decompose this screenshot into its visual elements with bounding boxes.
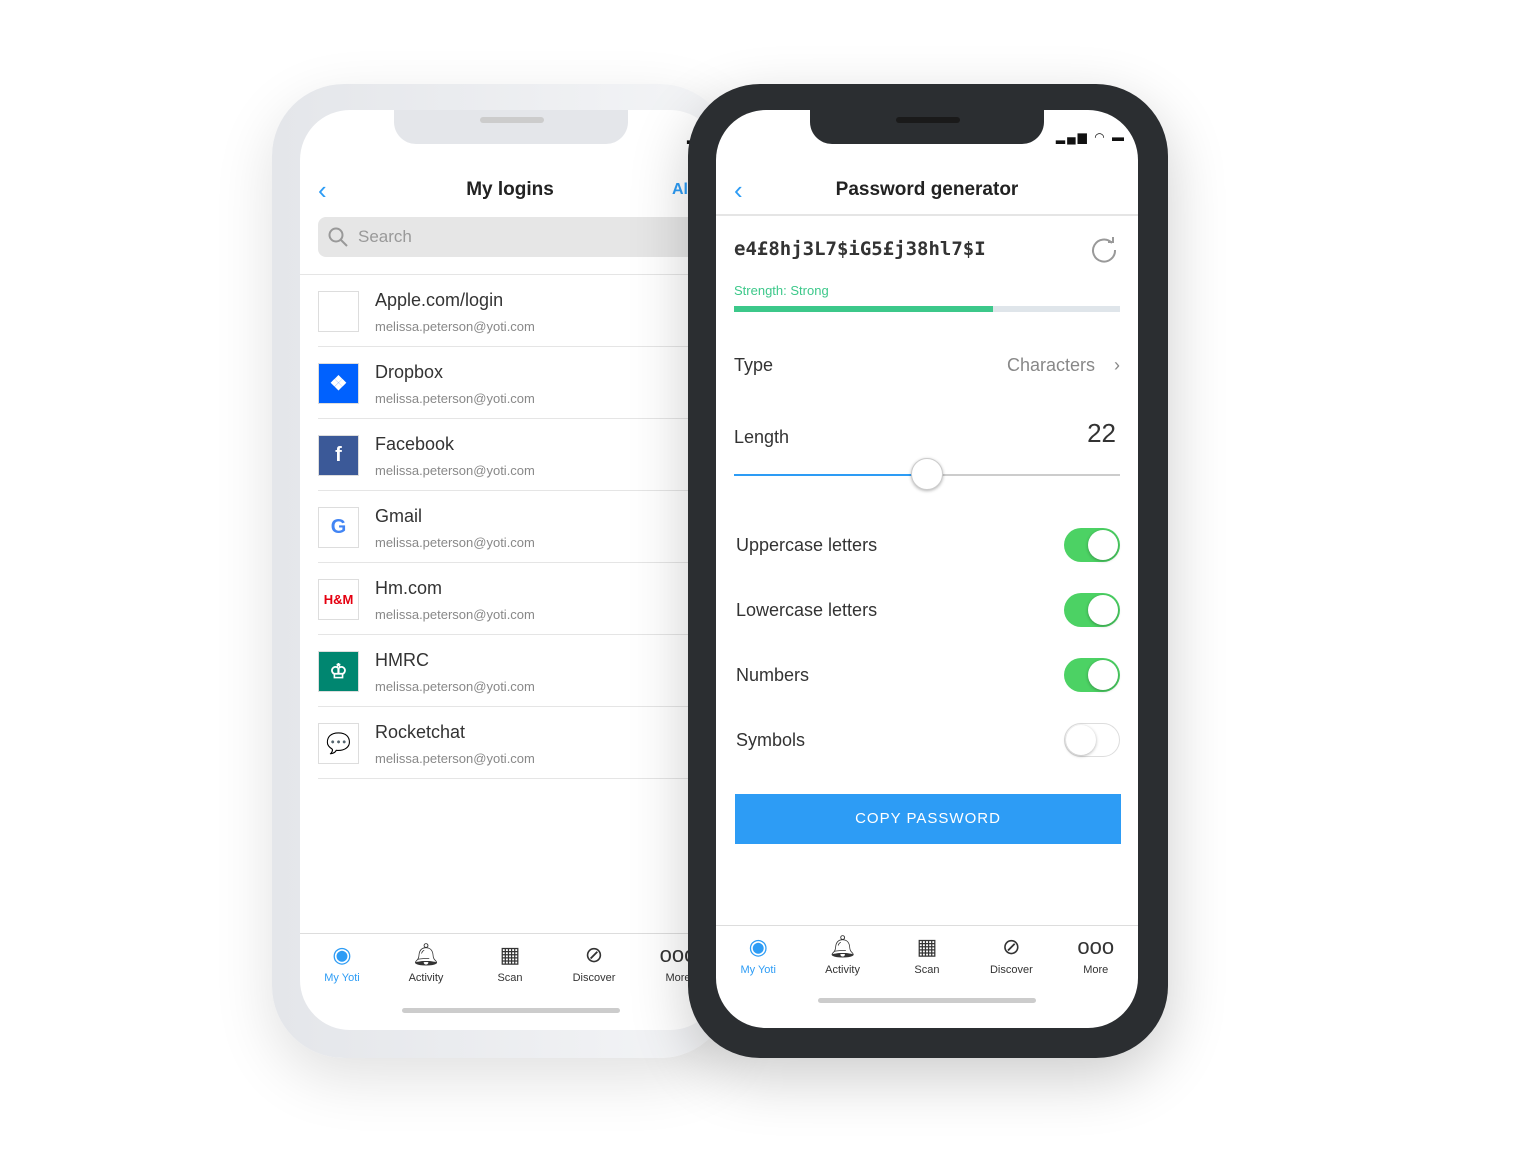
tab-scan[interactable]: ▦ Scan: [468, 938, 552, 1013]
home-indicator: [402, 1008, 620, 1013]
notch: [810, 110, 1044, 144]
password-generator-screen: ▂▄▆ ◠ ▬ ‹ Password generator e4£8hj3L7$i…: [716, 110, 1138, 1028]
apple-logo-icon: [318, 291, 359, 332]
chevron-right-icon: ›: [1114, 355, 1120, 375]
toggle-knob: [1088, 595, 1118, 625]
type-label: Type: [734, 355, 774, 375]
login-list-item[interactable]: f Facebook melissa.peterson@yoti.com: [318, 419, 718, 491]
login-name: Rocketchat: [375, 722, 466, 742]
tab-activity[interactable]: 🔔︎ Activity: [384, 938, 468, 1013]
length-value: 22: [1087, 418, 1116, 448]
hm-logo-icon: H&M: [318, 579, 359, 620]
my-yoti-icon: ◉: [332, 942, 352, 967]
search-icon: [328, 227, 348, 247]
length-slider[interactable]: [734, 458, 1120, 490]
option-label: Uppercase letters: [736, 535, 878, 555]
more-icon: ooo: [1077, 934, 1115, 959]
login-email: melissa.peterson@yoti.com: [375, 391, 535, 406]
tab-more[interactable]: ooo More: [1054, 930, 1138, 1005]
page-title: My logins: [466, 179, 554, 200]
login-email: melissa.peterson@yoti.com: [375, 535, 535, 550]
search-placeholder: Search: [358, 227, 412, 246]
notch: [394, 110, 628, 144]
tab-label: More: [1083, 964, 1109, 976]
login-list-item[interactable]: G Gmail melissa.peterson@yoti.com: [318, 491, 718, 563]
tab-my-yoti[interactable]: ◉ My Yoti: [716, 930, 800, 1005]
compass-icon: ⊘: [1002, 934, 1021, 959]
tab-label: Activity: [408, 972, 444, 984]
tab-scan[interactable]: ▦ Scan: [885, 930, 969, 1005]
my-logins-screen: ▂▄▆ ‹ My logins All Search Apple.com/log…: [300, 110, 720, 1030]
login-email: melissa.peterson@yoti.com: [375, 607, 535, 622]
generated-password: e4£8hj3L7$iG5£j38hl7$I: [734, 238, 986, 260]
toggle-knob: [1066, 725, 1096, 755]
tab-discover[interactable]: ⊘ Discover: [969, 930, 1053, 1005]
qr-icon: ▦: [499, 942, 521, 967]
login-email: melissa.peterson@yoti.com: [375, 679, 535, 694]
hmrc-logo-icon: ♔: [318, 651, 359, 692]
option-toggle[interactable]: [1064, 658, 1120, 692]
qr-icon: ▦: [916, 934, 938, 959]
option-label: Numbers: [736, 665, 810, 685]
strength-label: Strength: Strong: [734, 283, 829, 298]
bell-icon: 🔔︎: [412, 942, 440, 967]
type-select[interactable]: Characters ›: [1007, 355, 1120, 376]
login-name: Dropbox: [375, 362, 444, 382]
login-name: Gmail: [375, 506, 423, 526]
tab-label: Scan: [914, 964, 940, 976]
tab-label: Discover: [572, 972, 616, 984]
login-list-item[interactable]: 💬 Rocketchat melissa.peterson@yoti.com: [318, 707, 718, 779]
length-label: Length: [734, 427, 790, 447]
speaker: [480, 117, 544, 123]
tab-my-yoti[interactable]: ◉ My Yoti: [300, 938, 384, 1013]
option-toggle[interactable]: [1064, 593, 1120, 627]
option-label: Lowercase letters: [736, 600, 878, 620]
dropbox-logo-icon: ❖: [318, 363, 359, 404]
option-label: Symbols: [736, 730, 806, 750]
strength-bar: [734, 306, 1120, 312]
compass-icon: ⊘: [584, 942, 604, 967]
tab-label: Discover: [989, 964, 1033, 976]
status-icons: ▂▄▆ ◠ ▬: [1055, 130, 1126, 144]
tab-label: Activity: [825, 964, 860, 976]
toggle-knob: [1088, 660, 1118, 690]
tab-label: Scan: [497, 972, 523, 984]
speaker: [896, 117, 960, 123]
page-title: Password generator: [835, 179, 1019, 200]
login-list-item[interactable]: H&M Hm.com melissa.peterson@yoti.com: [318, 563, 718, 635]
search-input[interactable]: Search: [318, 217, 698, 257]
home-indicator: [818, 998, 1036, 1003]
login-email: melissa.peterson@yoti.com: [375, 751, 535, 766]
login-name: HMRC: [375, 650, 429, 670]
facebook-logo-icon: f: [318, 435, 359, 476]
google-logo-icon: G: [318, 507, 359, 548]
login-name: Facebook: [375, 434, 455, 454]
tab-discover[interactable]: ⊘ Discover: [552, 938, 636, 1013]
login-name: Hm.com: [375, 578, 442, 598]
right-phone: ▂▄▆ ◠ ▬ ‹ Password generator e4£8hj3L7$i…: [688, 84, 1168, 1058]
login-list-item[interactable]: ♔ HMRC melissa.peterson@yoti.com: [318, 635, 718, 707]
option-toggle[interactable]: [1064, 528, 1120, 562]
tab-label: My Yoti: [740, 964, 776, 976]
refresh-icon[interactable]: [1090, 236, 1118, 264]
option-toggle[interactable]: [1064, 723, 1120, 757]
tab-activity[interactable]: 🔔︎ Activity: [801, 930, 885, 1005]
bell-icon: 🔔︎: [828, 934, 857, 959]
slider-thumb[interactable]: [911, 458, 943, 490]
tab-label: My Yoti: [324, 972, 360, 984]
login-list-item[interactable]: ❖ Dropbox melissa.peterson@yoti.com: [318, 347, 718, 419]
toggle-knob: [1088, 530, 1118, 560]
login-email: melissa.peterson@yoti.com: [375, 463, 535, 478]
login-name: Apple.com/login: [375, 290, 504, 310]
my-yoti-icon: ◉: [748, 934, 768, 959]
rocketchat-logo-icon: 💬: [318, 723, 359, 764]
left-phone: ▂▄▆ ‹ My logins All Search Apple.com/log…: [272, 84, 732, 1058]
login-list-item[interactable]: Apple.com/login melissa.peterson@yoti.com: [318, 275, 718, 347]
login-email: melissa.peterson@yoti.com: [375, 319, 535, 334]
copy-password-button[interactable]: COPY PASSWORD: [735, 794, 1121, 844]
